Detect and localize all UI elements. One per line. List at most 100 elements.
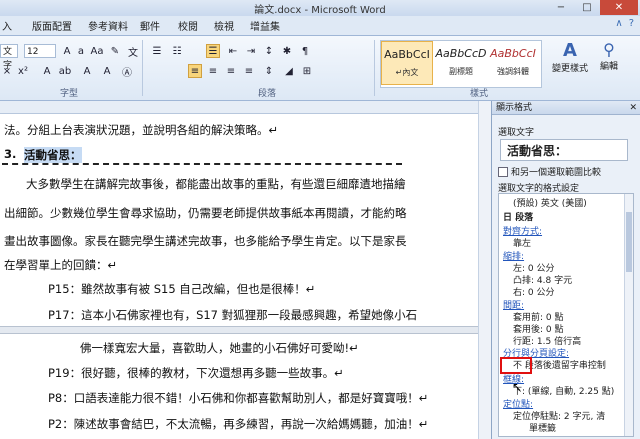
style-sample: AaBbCcI (384, 48, 430, 61)
font-color-icon[interactable]: A (80, 64, 94, 78)
doc-line: P2：陳述故事會結巴，不太流暢，再多練習，再說一次給媽媽聽，加油！↵ (48, 417, 429, 431)
align-right-icon[interactable]: ≡ (224, 64, 238, 78)
highlight-icon[interactable]: ab (58, 64, 72, 78)
tab-view[interactable]: 檢視 (214, 18, 234, 33)
format-line: 單標籤 (529, 424, 557, 434)
format-section-paragraph[interactable]: 日 段落 (503, 210, 533, 223)
selected-text-preview: 活動省思： (500, 139, 628, 161)
doc-line: P17：這本小石佛家裡也有，S17 對狐狸那一段最感興趣，希望她像小石 (48, 308, 418, 322)
doc-line: 出細節。少數幾位學生會尋求協助，仍需要老師提供故事紙本再閱讀，才能約略 (4, 206, 407, 220)
document-area[interactable]: 法。分組上台表演狀況題，並說明各組的解決策略。↵ 3. 活動省思： 大多數學生在… (0, 114, 478, 439)
ribbon-tabs: 入 版面配置 參考資料 郵件 校閱 檢視 增益集 ∧ ? (0, 16, 640, 36)
tab-insert[interactable]: 入 (2, 18, 12, 33)
change-styles-icon: A (563, 40, 577, 61)
compare-checkbox[interactable]: 和另一個選取範圍比較 (498, 165, 601, 178)
close-button[interactable]: ✕ (600, 0, 638, 15)
superscript-icon[interactable]: x² (16, 64, 30, 78)
doc-line: P8：口語表達能力很不錯！小石佛和你都喜歡幫助別人，都是好寶寶哦！↵ (48, 391, 429, 405)
doc-line: P19：很好聽，很棒的教材，下次還想再多聽一些故事。↵ (48, 366, 344, 380)
scrollbar-thumb[interactable] (626, 212, 632, 272)
editing-label: 編輯 (600, 62, 619, 72)
separator (142, 40, 143, 96)
help-icon[interactable]: ? (629, 18, 634, 29)
bullets-icon[interactable]: ☰ (150, 44, 164, 58)
style-sample: AaBbCcI (490, 47, 536, 60)
change-case-icon[interactable]: Aa (90, 44, 104, 58)
grow-font-icon[interactable]: A (60, 44, 74, 58)
checkbox-icon[interactable] (498, 166, 508, 177)
doc-line: 在學習單上的回饋：↵ (4, 258, 118, 272)
separator (374, 40, 375, 96)
format-line: 下: (單線, 自動, 2.25 點) (513, 387, 615, 397)
change-styles-button[interactable]: A 變更樣式 (552, 40, 588, 74)
doc-line-number: 3. (4, 147, 17, 161)
style-name: 副標題 (449, 67, 473, 76)
phonetic-icon[interactable]: 文 (126, 44, 140, 59)
format-line: 靠左 (513, 239, 532, 249)
multilevel-list-icon[interactable]: ☰ (206, 44, 220, 58)
numbering-icon[interactable]: ☷ (170, 44, 184, 58)
shrink-font-icon[interactable]: a (74, 44, 88, 58)
editing-button[interactable]: ⚲ 編輯 (600, 40, 618, 72)
format-line: 定位停駐點: 2 字元, 清 (513, 412, 606, 422)
binoculars-icon: ⚲ (603, 40, 615, 59)
ribbon: 文字 12 A a Aa ✎ 文 × x² A ab A A Ⓐ 字型 ☰ ☷ … (0, 36, 640, 101)
doc-line: 大多數學生在講解完故事後，都能盡出故事的重點，有些還巨細靡遺地描繪 (26, 177, 406, 191)
char-border-icon[interactable]: Ⓐ (120, 64, 134, 79)
subscript-icon[interactable]: × (0, 64, 14, 78)
selected-text-label: 選取文字 (498, 128, 535, 138)
align-justify-icon[interactable]: ≡ (188, 64, 202, 78)
format-line: (預設) 英文 (美國) (513, 199, 587, 209)
doc-line: 法。分組上台表演狀況題，並說明各組的解決策略。↵ (4, 123, 279, 137)
tab-mailings[interactable]: 郵件 (140, 18, 160, 33)
doc-line: 佛一樣寬宏大量，喜歡助人，她畫的小石佛好可愛呦!↵ (80, 341, 359, 355)
paragraph-border (2, 163, 402, 165)
style-gallery[interactable]: AaBbCcI ↵內文 AaBbCcD 副標題 AaBbCcI 強調斜體 (380, 40, 542, 88)
pane-title: 顯示格式 (496, 103, 533, 113)
tab-addins[interactable]: 增益集 (250, 18, 280, 33)
horizontal-ruler[interactable] (0, 101, 490, 114)
clear-format-icon[interactable]: ✎ (108, 44, 122, 58)
style-emphasis[interactable]: AaBbCcI 強調斜體 (487, 41, 539, 85)
asian-layout-icon[interactable]: ✱ (280, 44, 294, 58)
format-line: 右: 0 公分 (513, 288, 555, 298)
maximize-button[interactable]: □ (574, 0, 600, 15)
char-shading-icon[interactable]: A (100, 64, 114, 78)
minimize-button[interactable]: − (548, 0, 574, 15)
change-styles-label: 變更樣式 (552, 64, 589, 74)
tab-review[interactable]: 校閱 (178, 18, 198, 33)
font-size-box[interactable]: 12 (24, 44, 56, 58)
ribbon-minimize-icon[interactable]: ∧ (615, 18, 622, 29)
style-normal[interactable]: AaBbCcI ↵內文 (381, 41, 433, 85)
document-scrollbar[interactable] (478, 101, 491, 439)
decrease-indent-icon[interactable]: ⇤ (226, 44, 240, 58)
pane-close-icon[interactable]: ✕ (629, 101, 637, 115)
tab-layout[interactable]: 版面配置 (32, 18, 72, 33)
style-name: ↵內文 (395, 68, 419, 77)
format-details-list[interactable]: (預設) 英文 (美國) 日 段落 對齊方式: 靠左 縮排: 左: 0 公分 凸… (498, 193, 634, 437)
format-list-scrollbar[interactable] (624, 194, 633, 436)
group-font-label: 字型 (60, 89, 79, 99)
borders-highlight-box (500, 357, 532, 374)
compare-label: 和另一個選取範圍比較 (511, 168, 602, 178)
style-sample: AaBbCcD (435, 47, 487, 60)
style-subtitle[interactable]: AaBbCcD 副標題 (435, 41, 487, 85)
mouse-cursor-icon: ↖ (512, 380, 523, 394)
tab-references[interactable]: 參考資料 (88, 18, 128, 33)
text-effect-icon[interactable]: A (40, 64, 54, 78)
increase-indent-icon[interactable]: ⇥ (244, 44, 258, 58)
distributed-icon[interactable]: ≡ (242, 64, 256, 78)
borders-icon[interactable]: ⊞ (300, 64, 314, 78)
sort-icon[interactable]: ↕ (262, 44, 276, 58)
pilcrow-icon[interactable]: ¶ (298, 44, 312, 58)
doc-heading-selected[interactable]: 活動省思： (24, 147, 82, 163)
page-break (0, 326, 478, 334)
title-bar: 論文.docx - Microsoft Word − □ ✕ (0, 0, 640, 17)
font-name-box[interactable]: 文字 (0, 44, 18, 71)
align-center-icon[interactable]: ≡ (206, 64, 220, 78)
shading-icon[interactable]: ◢ (282, 64, 296, 78)
style-name: 強調斜體 (497, 67, 529, 76)
reveal-formatting-pane: 顯示格式 ✕ 選取文字 活動省思： 和另一個選取範圍比較 選取文字的格式設定 (… (491, 101, 640, 439)
line-spacing-icon[interactable]: ⇕ (262, 64, 276, 78)
doc-line: P15：雖然故事有被 S15 自己改編，但也是很棒！↵ (48, 282, 316, 296)
